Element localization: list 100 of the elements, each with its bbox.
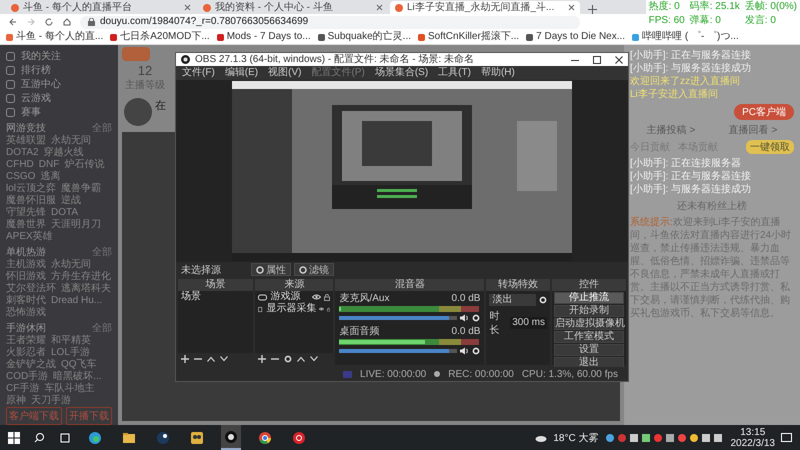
menu-item[interactable]: 视图(V) [268, 67, 302, 79]
sidebar-item[interactable]: 互游中心 [6, 77, 112, 91]
move-up-icon[interactable] [297, 356, 306, 362]
speaker-icon[interactable] [460, 347, 470, 355]
sidebar-item[interactable]: 云游戏 [6, 91, 112, 105]
category-link[interactable]: 和平精英 [51, 335, 91, 347]
category-link[interactable]: 逃离 [40, 171, 60, 183]
category-link[interactable]: COD手游 [6, 371, 48, 383]
move-down-icon[interactable] [220, 356, 228, 362]
category-link[interactable]: 恐怖游戏 [6, 307, 46, 319]
search-icon[interactable] [34, 432, 45, 443]
category-link[interactable]: 金铲铲之战 [6, 359, 56, 371]
move-up-icon[interactable] [207, 356, 215, 362]
category-link[interactable]: 艾尔登法环 [6, 283, 56, 295]
category-link[interactable]: 穿越火线 [44, 147, 84, 159]
menu-item[interactable]: 文件(F) [182, 67, 215, 79]
bookmark[interactable]: 斗鱼 - 每个人的直... [6, 31, 104, 43]
more-link[interactable]: 全部 [92, 246, 112, 259]
reload-icon[interactable] [44, 17, 54, 27]
category-link[interactable]: Dread Hu... [51, 295, 102, 307]
control-button[interactable]: 启动虚拟摄像机 [554, 318, 624, 330]
menu-item[interactable]: 工具(T) [438, 67, 471, 79]
category-link[interactable]: 永劫无间 [51, 135, 91, 147]
maximize-icon[interactable] [593, 56, 601, 64]
menu-item[interactable]: 帮助(H) [480, 67, 515, 79]
speaker-icon[interactable] [460, 314, 470, 322]
category-link[interactable]: DOTA2 [6, 147, 39, 159]
eye-icon[interactable] [312, 294, 322, 300]
bookmark[interactable]: Mods - 7 Days to... [216, 31, 311, 43]
source-item[interactable]: 游戏源 [255, 291, 334, 303]
category-link[interactable]: CFHD [6, 159, 34, 171]
category-link[interactable]: CF手游 [6, 383, 40, 395]
client-button[interactable]: PC客户端 [734, 104, 794, 120]
category-link[interactable]: 王者荣耀 [6, 335, 46, 347]
source-tool-button[interactable]: 滤镜 [294, 263, 334, 276]
more-link[interactable]: 全部 [92, 322, 112, 335]
category-link[interactable]: 怀旧游戏 [6, 271, 46, 283]
category-link[interactable]: 车队斗地主 [44, 383, 94, 395]
category-link[interactable]: 英雄联盟 [6, 135, 46, 147]
category-link[interactable]: lol云顶之弈 [6, 183, 56, 195]
category-link[interactable]: LOL手游 [51, 347, 90, 359]
category-link[interactable]: 原神 [6, 395, 26, 407]
home-icon[interactable] [62, 17, 72, 27]
duration-field[interactable]: 300 ms [510, 317, 547, 329]
browser-tab[interactable]: 斗鱼 - 每个人的直播平台 [6, 1, 196, 14]
category-link[interactable]: 魔兽世界 [6, 219, 46, 231]
category-link[interactable]: DNF [38, 159, 60, 171]
close-icon[interactable] [615, 56, 623, 64]
control-button[interactable]: 工作室模式 [554, 331, 624, 343]
category-link[interactable]: APEX英雄 [6, 231, 53, 243]
taskbar-app[interactable] [221, 425, 241, 450]
task-view-icon[interactable] [59, 432, 71, 442]
browser-tab[interactable]: Li李子安直播_永劫无间直播_斗... [390, 1, 580, 14]
bookmark[interactable]: SoftCnKiller摇滚下... [418, 31, 520, 43]
source-tool-button[interactable]: 属性 [251, 263, 291, 276]
category-link[interactable]: CSGO [6, 171, 36, 183]
bookmark[interactable]: Subquake的亡灵... [318, 31, 411, 43]
sidebar-item[interactable]: 我的关注 [6, 49, 112, 63]
category-link[interactable]: 暗黑破坏... [53, 371, 102, 383]
transition-dropdown[interactable]: 淡出 [489, 294, 536, 306]
category-link[interactable]: 炉石传说 [64, 159, 104, 171]
add-icon[interactable] [258, 355, 266, 363]
category-link[interactable]: 方舟生存进化 [51, 271, 111, 283]
category-link[interactable]: 逃离塔科夫 [61, 283, 111, 295]
notification-icon[interactable] [781, 432, 792, 442]
claim-button[interactable]: 一键领取 [746, 140, 794, 154]
browser-tab[interactable]: 我的资料 - 个人中心 - 斗鱼 [198, 1, 388, 14]
category-link[interactable]: 刺客时代 [6, 295, 46, 307]
close-icon[interactable] [568, 4, 575, 11]
menu-item[interactable]: 场景集合(S) [374, 67, 428, 79]
bookmark[interactable]: 七日杀A20MOD下... [110, 31, 210, 43]
control-button[interactable]: 设置 [554, 344, 624, 356]
download-button[interactable]: 客户端下载 [6, 407, 62, 425]
category-link[interactable]: 火影忍者 [6, 347, 46, 359]
download-button[interactable]: 开播下载 [66, 407, 112, 425]
category-link[interactable]: 主机游戏 [6, 259, 46, 271]
source-item[interactable]: 显示器采集 [255, 303, 334, 315]
panel-link[interactable]: 直播回看 > [728, 123, 778, 137]
control-button[interactable]: 开始录制 [554, 305, 624, 317]
settings-icon[interactable] [284, 355, 292, 363]
scene-item[interactable]: 场景 [178, 291, 254, 303]
back-icon[interactable] [8, 17, 18, 27]
bookmark[interactable]: 7 Days to Die Nex... [526, 31, 626, 43]
menu-item[interactable]: 编辑(E) [224, 67, 258, 79]
category-link[interactable]: 逆战 [61, 195, 81, 207]
add-icon[interactable] [181, 355, 189, 363]
sidebar-item[interactable]: 排行榜 [6, 63, 112, 77]
bookmark[interactable]: 哔哩哔哩 ( ゜- ゜)つ... [632, 31, 739, 43]
settings-icon[interactable] [472, 347, 480, 355]
panel-link[interactable]: 主播投稿 > [646, 123, 696, 137]
category-link[interactable]: 魔兽怀旧服 [6, 195, 56, 207]
category-link[interactable]: 天涯明月刀 [51, 219, 101, 231]
windows-icon[interactable] [8, 432, 20, 444]
control-button[interactable]: 停止推流 [554, 292, 624, 304]
category-link[interactable]: 守望先锋 [6, 207, 46, 219]
category-link[interactable]: DOTA [51, 207, 78, 219]
eye-icon[interactable] [319, 306, 324, 312]
lock-icon[interactable] [324, 294, 330, 300]
category-link[interactable]: 永劫无间 [51, 259, 91, 271]
lock-icon[interactable] [327, 306, 330, 312]
